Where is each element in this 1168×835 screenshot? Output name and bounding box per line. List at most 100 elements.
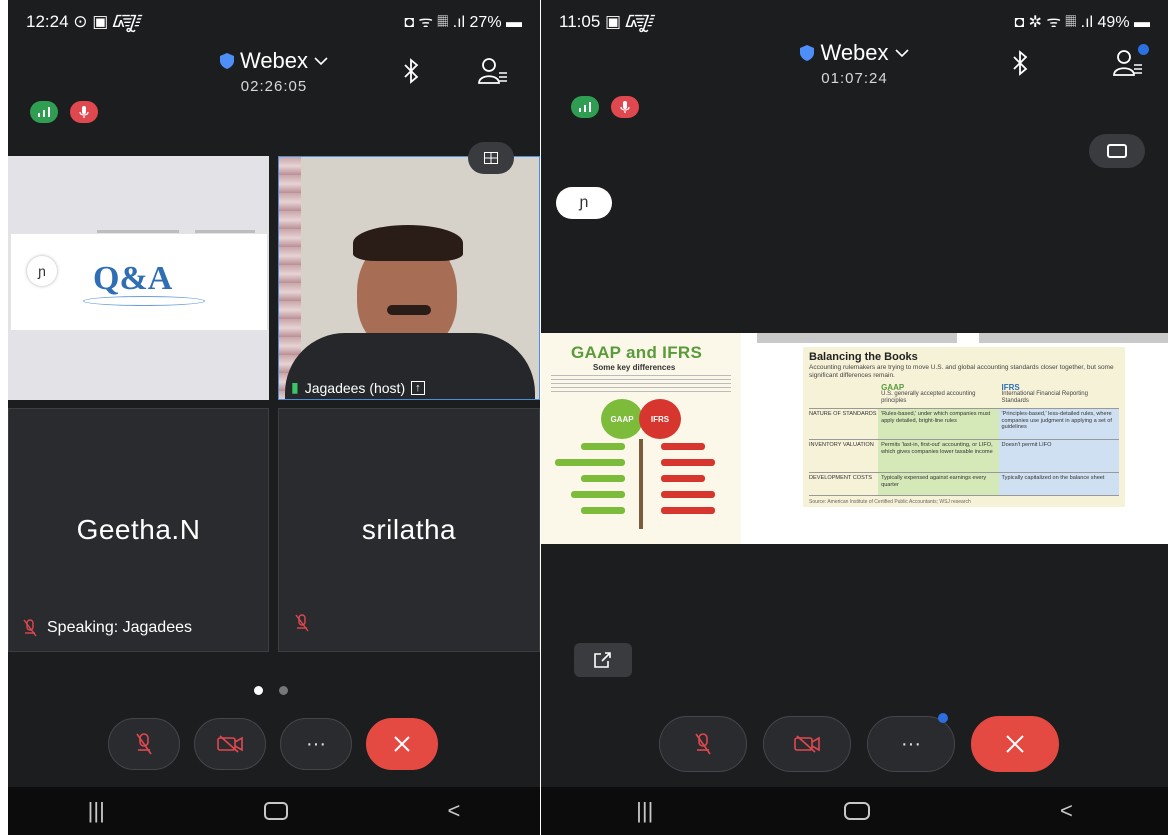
page-dot-active[interactable] bbox=[254, 686, 263, 695]
status-indicators: ◘ ✲ ᯤ 𝄜 .ıl 49% ▬ bbox=[1014, 14, 1150, 31]
end-call-button[interactable] bbox=[366, 718, 438, 770]
signal-strength-icon bbox=[30, 101, 58, 123]
recents-icon[interactable]: ||| bbox=[88, 798, 105, 824]
mic-muted-indicator-icon bbox=[70, 101, 98, 123]
participant-name: srilatha bbox=[361, 514, 457, 545]
participants-icon[interactable] bbox=[1111, 44, 1149, 80]
participant-name: Geetha.N bbox=[76, 514, 201, 545]
slide-title: Q&A bbox=[93, 260, 173, 297]
android-nav-bar: ||| < bbox=[541, 787, 1168, 835]
shared-content-tile[interactable]: ɲ Q&A bbox=[8, 156, 269, 400]
status-time: 12:24 ⊙ ▣ ᳄ bbox=[26, 12, 142, 31]
bluetooth-icon[interactable] bbox=[1003, 46, 1037, 80]
tile-name-host: Jagadees (host) bbox=[304, 379, 406, 396]
row-ifrs: Typically capitalized on the balance she… bbox=[998, 473, 1120, 495]
speaking-indicator: Speaking: Jagadees bbox=[47, 619, 192, 636]
infographic-bar-green bbox=[581, 507, 625, 514]
meeting-title: Webex bbox=[239, 48, 309, 73]
back-icon[interactable]: < bbox=[447, 798, 460, 824]
status-bar: 12:24 ⊙ ▣ ᳄ ◘ ᯤ 𝄜 .ıl 27% ▬ bbox=[8, 10, 540, 34]
connection-indicators bbox=[30, 101, 98, 123]
meeting-title: Webex bbox=[820, 40, 889, 65]
col-gaap-title: GAAP bbox=[881, 383, 905, 392]
shared-slide[interactable]: GAAP and IFRS Some key differences GAAP … bbox=[541, 333, 1168, 544]
row-ifrs: 'Principles-based,' less-detailed rules,… bbox=[998, 409, 1120, 439]
infographic-bar-red bbox=[661, 507, 715, 514]
meeting-info[interactable]: Webex 02:26:05 bbox=[8, 48, 540, 95]
apple-ifrs: IFRS bbox=[639, 399, 681, 439]
table-row: NATURE OF STANDARDS 'Rules-based,' under… bbox=[809, 408, 1120, 439]
shield-icon bbox=[800, 45, 815, 61]
mic-off-icon bbox=[295, 614, 309, 632]
gaap-ifrs-infographic: GAAP and IFRS Some key differences GAAP … bbox=[541, 333, 741, 544]
layout-grid-button[interactable] bbox=[468, 142, 514, 174]
infographic-bar-green bbox=[581, 475, 625, 482]
video-tile-participant[interactable]: srilatha bbox=[278, 408, 540, 652]
status-indicators: ◘ ᯤ 𝄜 .ıl 27% ▬ bbox=[404, 14, 522, 31]
mic-on-icon: ▮ bbox=[291, 379, 299, 395]
chevron-down-icon bbox=[314, 57, 328, 66]
row-label: INVENTORY VALUATION bbox=[809, 442, 874, 448]
mute-button[interactable] bbox=[659, 716, 747, 772]
mute-button[interactable] bbox=[108, 718, 180, 770]
video-tile-participant[interactable]: Geetha.N Speaking: Jagadees bbox=[8, 408, 269, 652]
more-options-button[interactable]: ··· bbox=[867, 713, 955, 772]
host-hair bbox=[353, 225, 463, 261]
share-button[interactable] bbox=[574, 643, 632, 677]
end-call-icon bbox=[1006, 735, 1024, 753]
row-label: DEVELOPMENT COSTS bbox=[809, 475, 872, 481]
video-button[interactable] bbox=[763, 716, 851, 772]
chevron-down-icon bbox=[894, 49, 909, 58]
infographic-bar-green bbox=[581, 443, 625, 450]
more-options-button[interactable]: ··· bbox=[280, 718, 352, 770]
slide-rule bbox=[757, 333, 957, 343]
table-row: DEVELOPMENT COSTS Typically expensed aga… bbox=[809, 472, 1120, 496]
home-icon[interactable] bbox=[843, 802, 870, 820]
meeting-header: Webex 02:26:05 bbox=[8, 40, 540, 100]
col-ifrs-sub: International Financial Reporting Standa… bbox=[1001, 391, 1088, 404]
meeting-info[interactable]: Webex 01:07:24 bbox=[541, 40, 1168, 87]
infographic-trunk bbox=[639, 439, 643, 529]
right-phone-screen: 11:05 ▣ ᳄ ◘ ✲ ᯤ 𝄜 .ıl 49% ▬ Webex 01:07:… bbox=[541, 0, 1168, 835]
minimize-icon bbox=[1107, 144, 1127, 158]
signal-strength-icon bbox=[571, 96, 599, 118]
slide-rule bbox=[979, 333, 1168, 343]
annotation-button[interactable]: ɲ bbox=[556, 187, 612, 219]
notification-dot bbox=[1138, 44, 1149, 55]
video-button[interactable] bbox=[194, 718, 266, 770]
participants-icon[interactable] bbox=[476, 54, 510, 88]
row-gaap: Typically expensed against earnings ever… bbox=[878, 473, 999, 495]
col-ifrs-title: IFRS bbox=[1001, 383, 1020, 392]
annotation-icon: ɲ bbox=[579, 194, 589, 211]
meeting-timer: 02:26:05 bbox=[240, 78, 308, 95]
end-call-button[interactable] bbox=[971, 716, 1059, 772]
infographic-text-lines bbox=[551, 375, 731, 395]
more-icon: ··· bbox=[901, 732, 921, 755]
video-off-icon bbox=[794, 735, 820, 753]
annotation-icon[interactable]: ɲ bbox=[27, 256, 57, 286]
meeting-header: Webex 01:07:24 bbox=[541, 40, 1168, 100]
slide-rule bbox=[195, 230, 255, 233]
connection-indicators bbox=[571, 96, 639, 118]
apple-gaap: GAAP bbox=[601, 399, 643, 439]
back-icon[interactable]: < bbox=[1060, 798, 1073, 824]
recents-icon[interactable]: ||| bbox=[636, 798, 653, 824]
share-icon bbox=[594, 652, 611, 668]
video-off-icon bbox=[217, 735, 243, 753]
video-tile-host[interactable]: ▮ Jagadees (host) ↑ bbox=[278, 156, 540, 400]
table-row: INVENTORY VALUATION Permits 'last-in, fi… bbox=[809, 439, 1120, 472]
mic-off-icon bbox=[695, 733, 711, 755]
left-phone-screen: 12:24 ⊙ ▣ ᳄ ◘ ᯤ 𝄜 .ıl 27% ▬ Webex 02:26:… bbox=[8, 0, 540, 835]
infographic-bar-red bbox=[661, 475, 705, 482]
home-icon[interactable] bbox=[264, 802, 289, 820]
status-time: 11:05 ▣ ᳄ bbox=[559, 12, 655, 31]
page-dot[interactable] bbox=[279, 686, 288, 695]
status-bar: 11:05 ▣ ᳄ ◘ ✲ ᯤ 𝄜 .ıl 49% ▬ bbox=[541, 10, 1168, 34]
infographic-bar-red bbox=[661, 443, 705, 450]
infographic-bar-green bbox=[555, 459, 625, 466]
table-source: Source: American Institute of Certified … bbox=[809, 499, 971, 505]
minimize-view-button[interactable] bbox=[1089, 134, 1145, 168]
slide-underline bbox=[83, 296, 205, 306]
call-controls: ··· bbox=[108, 718, 438, 770]
bluetooth-icon[interactable] bbox=[394, 54, 428, 88]
